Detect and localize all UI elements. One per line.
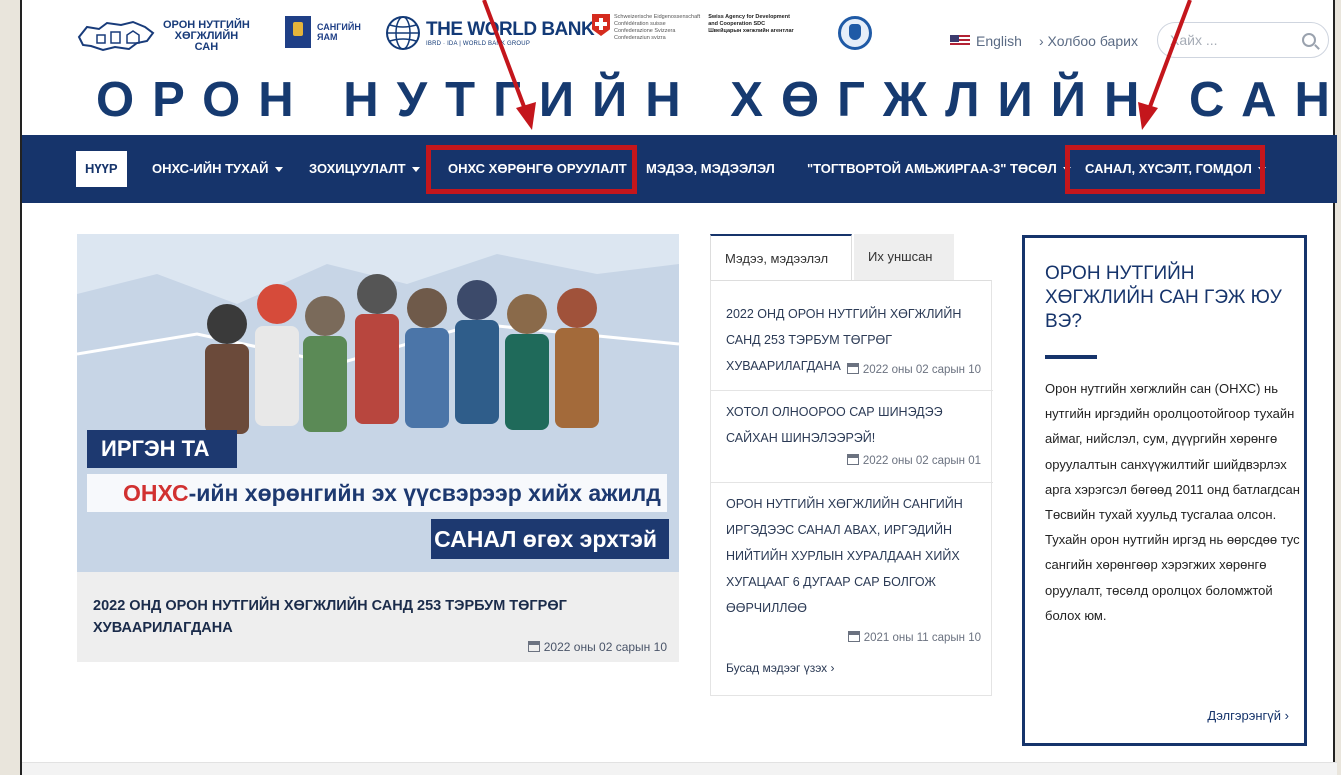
caret-down-icon xyxy=(274,167,283,173)
ministry-logo-line-2: ЯАМ xyxy=(317,32,338,42)
news-panel: Мэдээ, мэдээлэл Их уншсан 2022 ОНД ОРОН … xyxy=(710,234,993,696)
about-more-link[interactable]: Дэлгэрэнгүй › xyxy=(1207,708,1289,723)
list-item: ХОТОЛ ОЛНООРОО САР ШИНЭДЭЭ САЙХАН ШИНЭЛЭ… xyxy=(711,391,993,483)
arrow-icon xyxy=(1138,0,1192,130)
hero-banner-3: САНАЛ өгөх эрхтэй xyxy=(431,519,669,559)
about-text: Орон нутгийн хөгжлийн сан (ОНХС) нь нутг… xyxy=(1045,381,1300,623)
ministry-logo-text: САНГИЙН ЯАМ xyxy=(317,22,361,42)
hero-banner-2-highlight: ОНХС xyxy=(123,480,189,506)
calendar-icon xyxy=(847,631,860,642)
news-date: 2022 оны 02 сарын 10 xyxy=(846,363,981,376)
nav-news-label: МЭДЭЭ, МЭДЭЭЛЭЛ xyxy=(646,161,775,176)
about-box: ОРОН НУТГИЙН ХӨГЖЛИЙН САН ГЭЖ ЮУ ВЭ? Оро… xyxy=(1022,235,1307,746)
swiss-logo-line-4: Confederaziun svizra xyxy=(614,35,666,41)
highlight-box-feedback xyxy=(1065,145,1265,194)
news-date-text: 2022 оны 02 сарын 01 xyxy=(862,455,981,467)
list-item: ОРОН НУТГИЙН ХӨГЖЛИЙН САНГИЙН ИРГЭДЭЭС С… xyxy=(711,483,993,658)
news-link[interactable]: ХОТОЛ ОЛНООРОО САР ШИНЭДЭЭ САЙХАН ШИНЭЛЭ… xyxy=(726,399,981,451)
language-switch[interactable]: English xyxy=(950,33,1022,49)
onxs-logo-text: ОРОН НУТГИЙН ХӨГЖЛИЙН САН xyxy=(163,18,250,53)
calendar-icon xyxy=(846,363,859,374)
nav-home-label: НҮҮР xyxy=(85,161,118,176)
news-list: 2022 ОНД ОРОН НУТГИЙН ХӨГЖЛИЙН САНД 253 … xyxy=(710,280,993,696)
highlight-box-investment xyxy=(426,145,637,194)
swiss-logo-line-1: Schweizerische Eidgenossenschaft xyxy=(614,14,701,20)
divider xyxy=(1045,355,1097,359)
sdc-logo-line-2: and Cooperation SDC xyxy=(708,21,766,27)
more-news-link[interactable]: Бусад мэдээг үзэх › xyxy=(726,661,835,675)
swiss-logo[interactable]: Schweizerische Eidgenossenschaft Confédé… xyxy=(592,14,794,42)
nav-regulation[interactable]: ЗОХИЦУУЛАЛТ xyxy=(302,151,427,187)
swiss-flag-icon xyxy=(592,14,610,36)
page: ОРОН НУТГИЙН ХӨГЖЛИЙН САН САНГИЙН ЯАМ TH… xyxy=(20,0,1337,775)
partner-round-logo[interactable] xyxy=(838,16,872,50)
onxs-logo[interactable]: ОРОН НУТГИЙН ХӨГЖЛИЙН САН xyxy=(77,16,277,56)
hero-banner-2: ОНХС-ийн хөрөнгийн эх үүсвэрээр хийх ажи… xyxy=(87,474,667,512)
tab-news[interactable]: Мэдээ, мэдээлэл xyxy=(710,234,852,280)
nav-about[interactable]: ОНХС-ИЙН ТУХАЙ xyxy=(145,151,290,187)
onxs-logo-line-2: ХӨГЖЛИЙН xyxy=(174,29,239,42)
caret-down-icon xyxy=(411,167,420,173)
featured-date-text: 2022 оны 02 сарын 10 xyxy=(543,640,667,654)
ministry-logo[interactable]: САНГИЙН ЯАМ xyxy=(285,16,361,48)
language-label: English xyxy=(976,33,1022,49)
ministry-logo-line-1: САНГИЙН xyxy=(317,22,361,32)
calendar-icon xyxy=(527,641,540,652)
swiss-logo-line-2: Confédération suisse xyxy=(614,21,666,27)
news-date: 2021 оны 11 сарын 10 xyxy=(847,631,981,644)
nav-regulation-label: ЗОХИЦУУЛАЛТ xyxy=(309,161,406,176)
footer-strip xyxy=(22,762,1337,775)
news-date-text: 2022 оны 02 сарын 10 xyxy=(862,364,981,376)
featured-title[interactable]: 2022 ОНД ОРОН НУТГИЙН ХӨГЖЛИЙН САНД 253 … xyxy=(93,595,613,639)
nav-project-label: "ТОГТВОРТОЙ АМЬЖИРГАА-3" ТӨСӨЛ xyxy=(807,161,1057,176)
globe-icon xyxy=(386,16,420,50)
news-link[interactable]: ОРОН НУТГИЙН ХӨГЖЛИЙН САНГИЙН ИРГЭДЭЭС С… xyxy=(726,491,981,621)
sdc-logo-line-3: Швейцарын хөгжлийн агентлаг xyxy=(708,28,794,34)
onxs-logo-line-3: САН xyxy=(194,40,219,53)
search-icon[interactable] xyxy=(1302,33,1316,47)
nav-about-label: ОНХС-ИЙН ТУХАЙ xyxy=(152,161,269,176)
featured-image[interactable]: ИРГЭН ТА ОНХС-ийн хөрөнгийн эх үүсвэрээр… xyxy=(77,234,679,572)
swiss-logo-line-3: Confederazione Svizzera xyxy=(614,28,676,34)
nav-project[interactable]: "ТОГТВОРТОЙ АМЬЖИРГАА-3" ТӨСӨЛ xyxy=(800,151,1078,187)
emblem-icon xyxy=(285,16,311,48)
onxs-logo-line-1: ОРОН НУТГИЙН xyxy=(163,18,250,31)
list-item: 2022 ОНД ОРОН НУТГИЙН ХӨГЖЛИЙН САНД 253 … xyxy=(711,281,993,391)
featured-date: 2022 оны 02 сарын 10 xyxy=(527,640,667,654)
nav-home[interactable]: НҮҮР xyxy=(76,151,127,187)
mongolia-map-icon xyxy=(77,20,155,52)
sdc-logo-text: Swiss Agency for Development and Coopera… xyxy=(708,14,794,35)
news-date: 2022 оны 02 сарын 01 xyxy=(846,454,981,467)
calendar-icon xyxy=(846,454,859,465)
arrow-icon xyxy=(482,0,536,130)
tab-most-read[interactable]: Их уншсан xyxy=(854,234,954,280)
sdc-logo-line-1: Swiss Agency for Development xyxy=(708,14,790,20)
featured-article[interactable]: ИРГЭН ТА ОНХС-ийн хөрөнгийн эх үүсвэрээр… xyxy=(77,234,679,662)
hero-banner-2-text: -ийн хөрөнгийн эх үүсвэрээр хийх ажилд xyxy=(188,480,661,506)
news-date-text: 2021 оны 11 сарын 10 xyxy=(863,632,981,644)
about-title: ОРОН НУТГИЙН ХӨГЖЛИЙН САН ГЭЖ ЮУ ВЭ? xyxy=(1045,263,1282,332)
swiss-logo-text: Schweizerische Eidgenossenschaft Confédé… xyxy=(614,14,700,42)
nav-news[interactable]: МЭДЭЭ, МЭДЭЭЛЭЛ xyxy=(639,151,782,187)
hero-banner-1: ИРГЭН ТА xyxy=(87,430,237,468)
us-flag-icon xyxy=(950,35,970,47)
